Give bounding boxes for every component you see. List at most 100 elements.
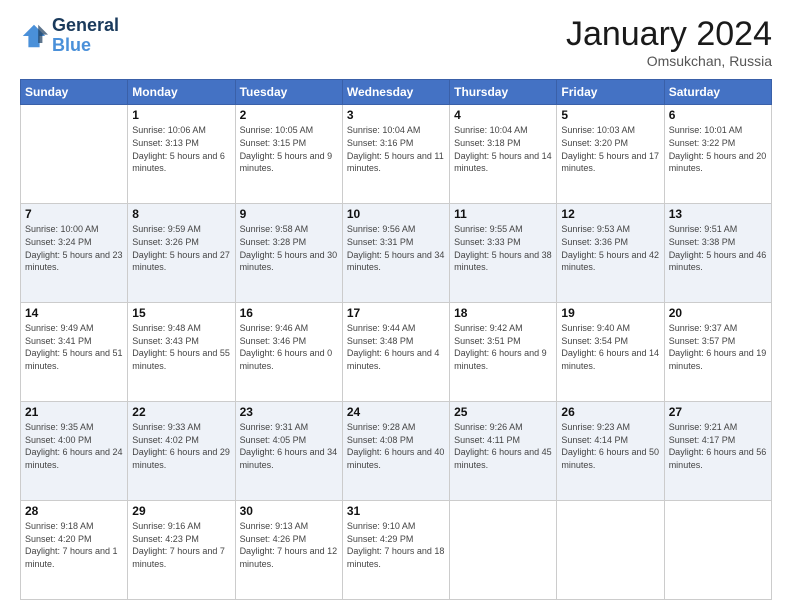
table-row: 11 Sunrise: 9:55 AMSunset: 3:33 PMDayligh… xyxy=(450,204,557,303)
day-number: 8 xyxy=(132,207,230,221)
day-info: Sunrise: 9:23 AMSunset: 4:14 PMDaylight:… xyxy=(561,421,659,471)
day-info: Sunrise: 10:01 AMSunset: 3:22 PMDaylight… xyxy=(669,124,767,174)
day-number: 20 xyxy=(669,306,767,320)
col-wednesday: Wednesday xyxy=(342,80,449,105)
col-saturday: Saturday xyxy=(664,80,771,105)
day-number: 16 xyxy=(240,306,338,320)
month-title: January 2024 xyxy=(566,16,772,53)
table-row: 1 Sunrise: 10:06 AMSunset: 3:13 PMDayligh… xyxy=(128,105,235,204)
table-row xyxy=(450,501,557,600)
col-tuesday: Tuesday xyxy=(235,80,342,105)
day-number: 24 xyxy=(347,405,445,419)
table-row: 29 Sunrise: 9:16 AMSunset: 4:23 PMDayligh… xyxy=(128,501,235,600)
day-info: Sunrise: 9:16 AMSunset: 4:23 PMDaylight:… xyxy=(132,520,230,570)
day-info: Sunrise: 9:40 AMSunset: 3:54 PMDaylight:… xyxy=(561,322,659,372)
table-row: 2 Sunrise: 10:05 AMSunset: 3:15 PMDayligh… xyxy=(235,105,342,204)
calendar-week-row: 1 Sunrise: 10:06 AMSunset: 3:13 PMDayligh… xyxy=(21,105,772,204)
day-info: Sunrise: 9:51 AMSunset: 3:38 PMDaylight:… xyxy=(669,223,767,273)
table-row: 16Sunrise: 9:46 AMSunset: 3:46 PMDayligh… xyxy=(235,303,342,402)
day-number: 21 xyxy=(25,405,123,419)
day-number: 3 xyxy=(347,108,445,122)
day-info: Sunrise: 9:26 AMSunset: 4:11 PMDaylight:… xyxy=(454,421,552,471)
table-row xyxy=(557,501,664,600)
day-number: 7 xyxy=(25,207,123,221)
day-info: Sunrise: 9:37 AMSunset: 3:57 PMDaylight:… xyxy=(669,322,767,372)
day-info: Sunrise: 9:53 AMSunset: 3:36 PMDaylight:… xyxy=(561,223,659,273)
day-info: Sunrise: 10:05 AMSunset: 3:15 PMDaylight… xyxy=(240,124,338,174)
table-row: 6Sunrise: 10:01 AMSunset: 3:22 PMDayligh… xyxy=(664,105,771,204)
day-info: Sunrise: 9:44 AMSunset: 3:48 PMDaylight:… xyxy=(347,322,445,372)
calendar-week-row: 7Sunrise: 10:00 AMSunset: 3:24 PMDayligh… xyxy=(21,204,772,303)
table-row: 3 Sunrise: 10:04 AMSunset: 3:16 PMDayligh… xyxy=(342,105,449,204)
day-info: Sunrise: 9:31 AMSunset: 4:05 PMDaylight:… xyxy=(240,421,338,471)
day-number: 28 xyxy=(25,504,123,518)
table-row: 24 Sunrise: 9:28 AMSunset: 4:08 PMDayligh… xyxy=(342,402,449,501)
day-number: 18 xyxy=(454,306,552,320)
calendar-week-row: 14 Sunrise: 9:49 AMSunset: 3:41 PMDayligh… xyxy=(21,303,772,402)
calendar-header-row: Sunday Monday Tuesday Wednesday Thursday… xyxy=(21,80,772,105)
day-info: Sunrise: 9:56 AMSunset: 3:31 PMDaylight:… xyxy=(347,223,445,273)
day-info: Sunrise: 9:28 AMSunset: 4:08 PMDaylight:… xyxy=(347,421,445,471)
table-row: 28Sunrise: 9:18 AMSunset: 4:20 PMDayligh… xyxy=(21,501,128,600)
table-row xyxy=(21,105,128,204)
day-number: 22 xyxy=(132,405,230,419)
day-info: Sunrise: 10:03 AMSunset: 3:20 PMDaylight… xyxy=(561,124,659,174)
table-row: 18Sunrise: 9:42 AMSunset: 3:51 PMDayligh… xyxy=(450,303,557,402)
day-info: Sunrise: 9:59 AMSunset: 3:26 PMDaylight:… xyxy=(132,223,230,273)
logo-general: General xyxy=(52,16,119,36)
day-info: Sunrise: 9:58 AMSunset: 3:28 PMDaylight:… xyxy=(240,223,338,273)
day-info: Sunrise: 9:10 AMSunset: 4:29 PMDaylight:… xyxy=(347,520,445,570)
title-block: January 2024 Omsukchan, Russia xyxy=(566,16,772,69)
table-row: 21Sunrise: 9:35 AMSunset: 4:00 PMDayligh… xyxy=(21,402,128,501)
day-number: 2 xyxy=(240,108,338,122)
header: General Blue January 2024 Omsukchan, Rus… xyxy=(20,16,772,69)
day-info: Sunrise: 9:49 AMSunset: 3:41 PMDaylight:… xyxy=(25,322,123,372)
table-row: 30Sunrise: 9:13 AMSunset: 4:26 PMDayligh… xyxy=(235,501,342,600)
day-info: Sunrise: 9:21 AMSunset: 4:17 PMDaylight:… xyxy=(669,421,767,471)
calendar-week-row: 28Sunrise: 9:18 AMSunset: 4:20 PMDayligh… xyxy=(21,501,772,600)
day-number: 27 xyxy=(669,405,767,419)
day-number: 19 xyxy=(561,306,659,320)
col-friday: Friday xyxy=(557,80,664,105)
day-number: 23 xyxy=(240,405,338,419)
table-row: 10Sunrise: 9:56 AMSunset: 3:31 PMDayligh… xyxy=(342,204,449,303)
day-info: Sunrise: 10:04 AMSunset: 3:18 PMDaylight… xyxy=(454,124,552,174)
col-sunday: Sunday xyxy=(21,80,128,105)
table-row: 12 Sunrise: 9:53 AMSunset: 3:36 PMDayligh… xyxy=(557,204,664,303)
table-row: 9 Sunrise: 9:58 AMSunset: 3:28 PMDaylight… xyxy=(235,204,342,303)
col-thursday: Thursday xyxy=(450,80,557,105)
table-row: 14 Sunrise: 9:49 AMSunset: 3:41 PMDayligh… xyxy=(21,303,128,402)
table-row: 8 Sunrise: 9:59 AMSunset: 3:26 PMDaylight… xyxy=(128,204,235,303)
day-number: 13 xyxy=(669,207,767,221)
day-info: Sunrise: 9:55 AMSunset: 3:33 PMDaylight:… xyxy=(454,223,552,273)
table-row: 5Sunrise: 10:03 AMSunset: 3:20 PMDayligh… xyxy=(557,105,664,204)
day-number: 9 xyxy=(240,207,338,221)
calendar-table: Sunday Monday Tuesday Wednesday Thursday… xyxy=(20,79,772,600)
day-number: 12 xyxy=(561,207,659,221)
day-number: 25 xyxy=(454,405,552,419)
day-number: 17 xyxy=(347,306,445,320)
table-row: 23 Sunrise: 9:31 AMSunset: 4:05 PMDayligh… xyxy=(235,402,342,501)
table-row: 20 Sunrise: 9:37 AMSunset: 3:57 PMDayligh… xyxy=(664,303,771,402)
logo-icon xyxy=(20,22,48,50)
calendar-week-row: 21Sunrise: 9:35 AMSunset: 4:00 PMDayligh… xyxy=(21,402,772,501)
day-number: 11 xyxy=(454,207,552,221)
table-row: 25 Sunrise: 9:26 AMSunset: 4:11 PMDayligh… xyxy=(450,402,557,501)
day-info: Sunrise: 9:33 AMSunset: 4:02 PMDaylight:… xyxy=(132,421,230,471)
day-number: 4 xyxy=(454,108,552,122)
day-info: Sunrise: 10:06 AMSunset: 3:13 PMDaylight… xyxy=(132,124,230,174)
logo-blue: Blue xyxy=(52,35,91,55)
day-number: 14 xyxy=(25,306,123,320)
table-row: 22 Sunrise: 9:33 AMSunset: 4:02 PMDayligh… xyxy=(128,402,235,501)
day-info: Sunrise: 10:04 AMSunset: 3:16 PMDaylight… xyxy=(347,124,445,174)
table-row xyxy=(664,501,771,600)
table-row: 31 Sunrise: 9:10 AMSunset: 4:29 PMDayligh… xyxy=(342,501,449,600)
table-row: 4 Sunrise: 10:04 AMSunset: 3:18 PMDayligh… xyxy=(450,105,557,204)
day-number: 29 xyxy=(132,504,230,518)
day-number: 31 xyxy=(347,504,445,518)
table-row: 17 Sunrise: 9:44 AMSunset: 3:48 PMDayligh… xyxy=(342,303,449,402)
day-number: 1 xyxy=(132,108,230,122)
table-row: 13 Sunrise: 9:51 AMSunset: 3:38 PMDayligh… xyxy=(664,204,771,303)
logo: General Blue xyxy=(20,16,119,56)
location: Omsukchan, Russia xyxy=(566,53,772,69)
